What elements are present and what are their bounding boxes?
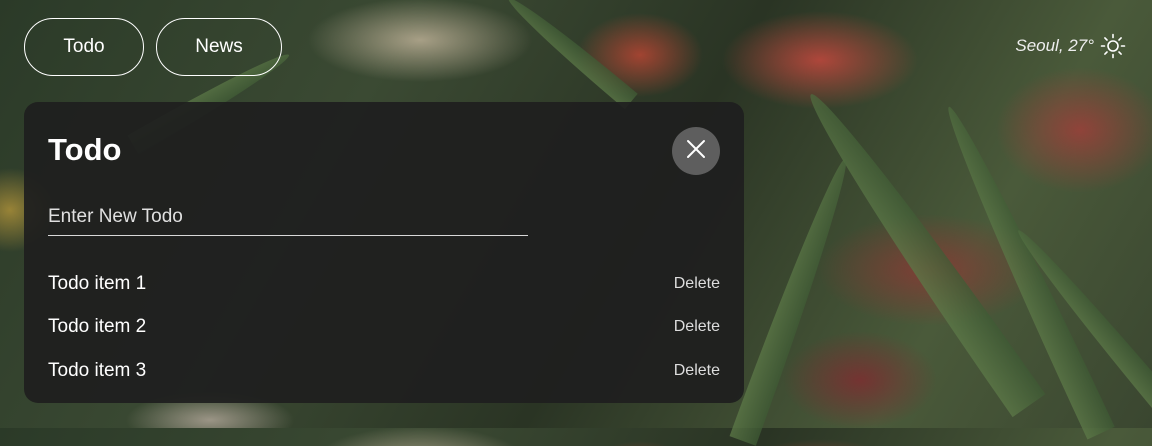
close-button[interactable] bbox=[672, 127, 720, 175]
delete-button[interactable]: Delete bbox=[674, 275, 720, 293]
todo-item-text: Todo item 3 bbox=[48, 359, 147, 381]
panel-title: Todo bbox=[48, 132, 122, 167]
todo-item: Todo item 3 Delete bbox=[48, 349, 720, 393]
new-todo-input[interactable] bbox=[48, 198, 528, 236]
todo-item: Todo item 2 Delete bbox=[48, 306, 720, 350]
sun-icon bbox=[1100, 33, 1126, 59]
todo-item-text: Todo item 2 bbox=[48, 316, 147, 338]
todo-list: Todo item 1 Delete Todo item 2 Delete To… bbox=[48, 262, 720, 393]
leaf-decoration bbox=[502, 0, 638, 110]
close-icon bbox=[685, 138, 707, 165]
delete-button[interactable]: Delete bbox=[674, 318, 720, 336]
tab-news[interactable]: News bbox=[156, 18, 282, 76]
delete-button[interactable]: Delete bbox=[674, 362, 720, 380]
weather-text: Seoul, 27° bbox=[1015, 36, 1094, 55]
tab-todo[interactable]: Todo bbox=[24, 18, 144, 76]
todo-item-text: Todo item 1 bbox=[48, 272, 147, 294]
todo-panel: Todo Todo item 1 Delete Todo item 2 Dele… bbox=[24, 102, 744, 403]
leaf-decoration bbox=[729, 154, 859, 446]
todo-item: Todo item 1 Delete bbox=[48, 262, 720, 306]
